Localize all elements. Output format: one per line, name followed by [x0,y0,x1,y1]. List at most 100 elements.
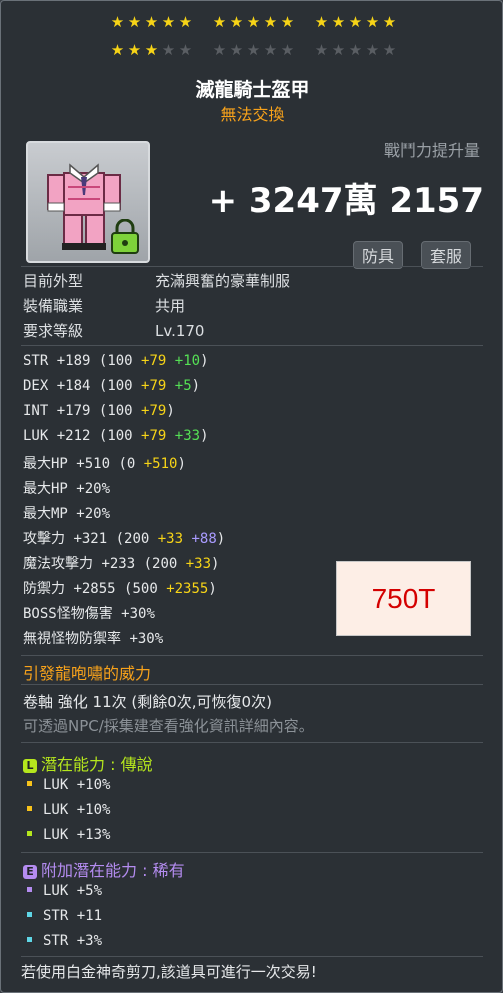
stat-close: ) [211,556,220,572]
stat-base: (100 [98,353,133,369]
stat-close: ) [200,428,209,444]
additional-line: STR +11 [27,908,102,924]
scroll-hint: 可透過NPC/採集建查看強化資訊詳細內容。 [23,717,314,735]
potential-line: LUK +10% [27,802,110,818]
stat-value: +30% [121,606,155,622]
bullet-icon [27,937,32,942]
stat-close: ) [177,456,186,472]
bullet-icon [27,781,32,786]
star-empty-icon: ★ [229,41,244,59]
star-filled-icon: ★ [212,13,227,31]
stat-row: DEX +184 (100 +79 +5) [23,378,200,394]
stat-name: 魔法攻擊力 [23,556,93,572]
stat-name: 最大MP [23,506,68,522]
stat-name: BOSS怪物傷害 [23,606,113,622]
combat-power-label: 戰鬥力提升量 [383,141,480,160]
divider [21,345,483,346]
star-empty-icon: ★ [263,41,278,59]
stat-name: 攻擊力 [23,531,65,547]
stat-row: INT +179 (100 +79) [23,403,175,419]
star-filled-icon: ★ [246,13,261,31]
stat-yellow: +2355 [166,581,209,597]
additional-line: LUK +5% [27,883,102,899]
divider [21,655,483,656]
info-value: 共用 [155,297,186,315]
stat-row: 無視怪物防禦率 +30% [23,628,163,648]
stat-base: (100 [98,428,133,444]
bullet-icon [27,887,32,892]
potential-line-text: LUK +13% [43,827,111,843]
stat-value: +20% [76,506,111,522]
stat-green: +10 [174,353,201,369]
star-filled-icon: ★ [144,41,159,59]
stat-yellow: +79 [141,353,167,369]
info-appearance: 目前外型 充滿興奮的豪華制服 [23,270,290,291]
stat-value: +2855 [73,581,116,597]
stat-value: +20% [76,481,111,497]
additional-grade: 稀有 [152,861,185,880]
star-empty-icon: ★ [348,41,363,59]
star-empty-icon: ★ [212,41,227,59]
info-key: 裝備職業 [23,297,84,315]
stat-value: +212 [56,428,91,444]
stat-name: 無視怪物防禦率 [23,631,121,647]
additional-potential-header: E 附加潛在能力 : 稀有 [23,857,185,881]
stat-name: INT [23,403,49,419]
star-force-row-1: ★ ★ ★ ★ ★ ★ ★ ★ ★ ★ ★ ★ ★ ★ ★ [109,14,398,31]
combat-power-value: + 3247萬 2157 [208,181,484,221]
star-empty-icon: ★ [161,41,176,59]
star-filled-icon: ★ [127,13,142,31]
potential-line: LUK +10% [27,777,110,793]
star-empty-icon: ★ [246,41,261,59]
set-effect-label: 引發龍咆嘯的威力 [23,664,152,683]
potential-header: L 潛在能力 : 傳說 [23,751,153,775]
additional-line-text: LUK +5% [43,883,103,899]
item-tooltip: ★ ★ ★ ★ ★ ★ ★ ★ ★ ★ ★ ★ ★ ★ ★ ★ ★ ★ ★ ★ ★ ★ ★ ★ ★ ★ ★ ★ ★ ★ 滅龍騎士盔甲 無… [0,0,503,993]
item-name: 滅龍騎士盔甲 [195,79,310,101]
stat-value: +233 [101,556,136,572]
info-value: 充滿興奮的豪華制服 [155,272,291,290]
star-filled-icon: ★ [110,13,125,31]
star-filled-icon: ★ [263,13,278,31]
stat-close: ) [200,353,209,369]
star-filled-icon: ★ [161,13,176,31]
potential-line-text: LUK +10% [43,777,111,793]
star-filled-icon: ★ [348,13,363,31]
stat-value: +184 [56,378,91,394]
stat-row: 最大HP +20% [23,478,110,498]
stat-yellow: +79 [141,378,167,394]
star-empty-icon: ★ [365,41,380,59]
stat-row: STR +189 (100 +79 +10) [23,353,209,369]
star-filled-icon: ★ [314,13,329,31]
star-empty-icon: ★ [178,41,193,59]
potential-grade: 傳說 [120,755,153,774]
stat-base: (500 [124,581,158,597]
stat-purple: +88 [191,531,217,547]
stat-green: +5 [174,378,192,394]
stat-yellow: +79 [141,428,167,444]
divider [21,684,483,685]
info-key: 要求等級 [23,322,84,340]
star-filled-icon: ★ [280,13,295,31]
star-filled-icon: ★ [382,13,397,31]
stat-value: +321 [73,531,108,547]
info-job: 裝備職業 共用 [23,295,185,316]
additional-line-text: STR +3% [43,933,103,949]
trade-status: 無法交換 [220,105,285,124]
additional-separator: : [142,861,148,880]
stat-value: +510 [76,456,111,472]
tag-set: 套服 [421,241,472,269]
divider [21,266,483,267]
potential-line-text: LUK +10% [43,802,111,818]
stat-row: 攻擊力 +321 (200 +33 +88) [23,528,225,548]
stat-base: (0 [118,456,136,472]
stat-row: 防禦力 +2855 (500 +2355) [23,578,217,598]
star-filled-icon: ★ [331,13,346,31]
stat-row: 最大HP +510 (0 +510) [23,453,186,473]
stat-yellow: +33 [157,531,184,547]
epic-badge-icon: E [23,865,37,879]
stat-row: BOSS怪物傷害 +30% [23,603,155,623]
star-filled-icon: ★ [178,13,193,31]
stat-value: +179 [56,403,91,419]
stat-yellow: +33 [185,556,212,572]
